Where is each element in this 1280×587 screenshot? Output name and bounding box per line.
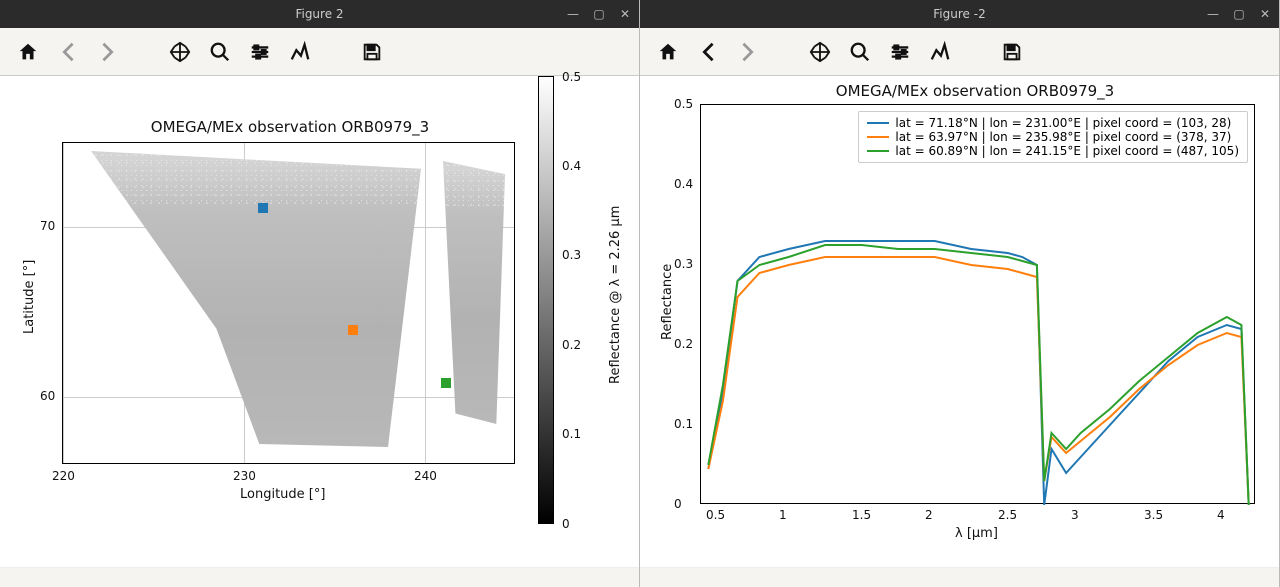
xtick: 220 <box>52 469 75 483</box>
spectra-title: OMEGA/MEx observation ORB0979_3 <box>836 82 1114 100</box>
close-button[interactable]: ✕ <box>617 6 633 22</box>
titlebar[interactable]: Figure -2 — ▢ ✕ <box>640 0 1279 28</box>
save-icon[interactable] <box>998 38 1026 66</box>
map-title: OMEGA/MEx observation ORB0979_3 <box>151 118 429 136</box>
pixel-marker-1 <box>258 203 268 213</box>
ytick: 0.2 <box>674 337 693 351</box>
back-icon[interactable] <box>54 38 82 66</box>
xtick: 3.5 <box>1144 508 1163 522</box>
legend-entry: lat = 63.97°N | lon = 235.98°E | pixel c… <box>895 130 1231 144</box>
close-button[interactable]: ✕ <box>1257 6 1273 22</box>
cbar-tick: 0.5 <box>562 70 581 84</box>
pan-icon[interactable] <box>806 38 834 66</box>
cbar-tick: 0.4 <box>562 159 581 173</box>
mpl-toolbar <box>640 28 1279 76</box>
spectra-lines <box>701 105 1256 505</box>
subplots-icon[interactable] <box>926 38 954 66</box>
pan-icon[interactable] <box>166 38 194 66</box>
figure-window-2: Figure -2 — ▢ ✕ OMEGA/MEx observation OR… <box>640 0 1280 587</box>
zoom-icon[interactable] <box>846 38 874 66</box>
map-ylabel: Latitude [°] <box>22 260 37 334</box>
zoom-icon[interactable] <box>206 38 234 66</box>
cbar-tick: 0 <box>562 517 570 531</box>
legend: lat = 71.18°N | lon = 231.00°E | pixel c… <box>858 111 1248 163</box>
maximize-button[interactable]: ▢ <box>591 6 607 22</box>
titlebar[interactable]: Figure 2 — ▢ ✕ <box>0 0 639 28</box>
map-xlabel: Longitude [°] <box>240 487 325 502</box>
spectra-xlabel: λ [μm] <box>955 526 998 541</box>
ytick: 70 <box>40 219 55 233</box>
map-swath <box>91 151 421 447</box>
xtick: 240 <box>414 469 437 483</box>
statusbar <box>0 567 639 587</box>
statusbar <box>640 567 1279 587</box>
home-icon[interactable] <box>14 38 42 66</box>
xtick: 230 <box>233 469 256 483</box>
legend-entry: lat = 60.89°N | lon = 241.15°E | pixel c… <box>895 144 1239 158</box>
spectra-axes[interactable]: lat = 71.18°N | lon = 231.00°E | pixel c… <box>700 104 1255 504</box>
forward-icon[interactable] <box>94 38 122 66</box>
figure-canvas-spectra[interactable]: OMEGA/MEx observation ORB0979_3 lat = 71… <box>640 76 1279 567</box>
mpl-toolbar <box>0 28 639 76</box>
ytick: 0.5 <box>674 97 693 111</box>
cbar-tick: 0.3 <box>562 248 581 262</box>
ytick: 0.3 <box>674 257 693 271</box>
pixel-marker-3 <box>441 378 451 388</box>
spectra-ylabel: Reflectance <box>660 264 675 340</box>
pixel-marker-2 <box>348 325 358 335</box>
xtick: 3 <box>1071 508 1079 522</box>
home-icon[interactable] <box>654 38 682 66</box>
back-icon[interactable] <box>694 38 722 66</box>
configure-icon[interactable] <box>886 38 914 66</box>
xtick: 0.5 <box>706 508 725 522</box>
map-swath <box>443 161 505 424</box>
figure-canvas-map[interactable]: OMEGA/MEx observation ORB0979_3 220 230 … <box>0 76 639 567</box>
minimize-button[interactable]: — <box>1205 6 1221 22</box>
legend-entry: lat = 71.18°N | lon = 231.00°E | pixel c… <box>895 116 1231 130</box>
forward-icon[interactable] <box>734 38 762 66</box>
map-axes[interactable] <box>62 142 515 464</box>
cbar-tick: 0.2 <box>562 338 581 352</box>
minimize-button[interactable]: — <box>565 6 581 22</box>
cbar-label: Reflectance @ λ = 2.26 μm <box>608 206 623 384</box>
window-title: Figure 2 <box>295 7 343 21</box>
xtick: 2.5 <box>998 508 1017 522</box>
ytick: 0.4 <box>674 177 693 191</box>
subplots-icon[interactable] <box>286 38 314 66</box>
figure-window-1: Figure 2 — ▢ ✕ OMEGA/MEx observation ORB… <box>0 0 640 587</box>
ytick: 60 <box>40 389 55 403</box>
ytick: 0 <box>674 497 682 511</box>
xtick: 2 <box>925 508 933 522</box>
xtick: 1 <box>779 508 787 522</box>
colorbar <box>538 76 554 524</box>
xtick: 1.5 <box>852 508 871 522</box>
ytick: 0.1 <box>674 417 693 431</box>
configure-icon[interactable] <box>246 38 274 66</box>
xtick: 4 <box>1217 508 1225 522</box>
cbar-tick: 0.1 <box>562 427 581 441</box>
maximize-button[interactable]: ▢ <box>1231 6 1247 22</box>
window-title: Figure -2 <box>933 7 985 21</box>
save-icon[interactable] <box>358 38 386 66</box>
